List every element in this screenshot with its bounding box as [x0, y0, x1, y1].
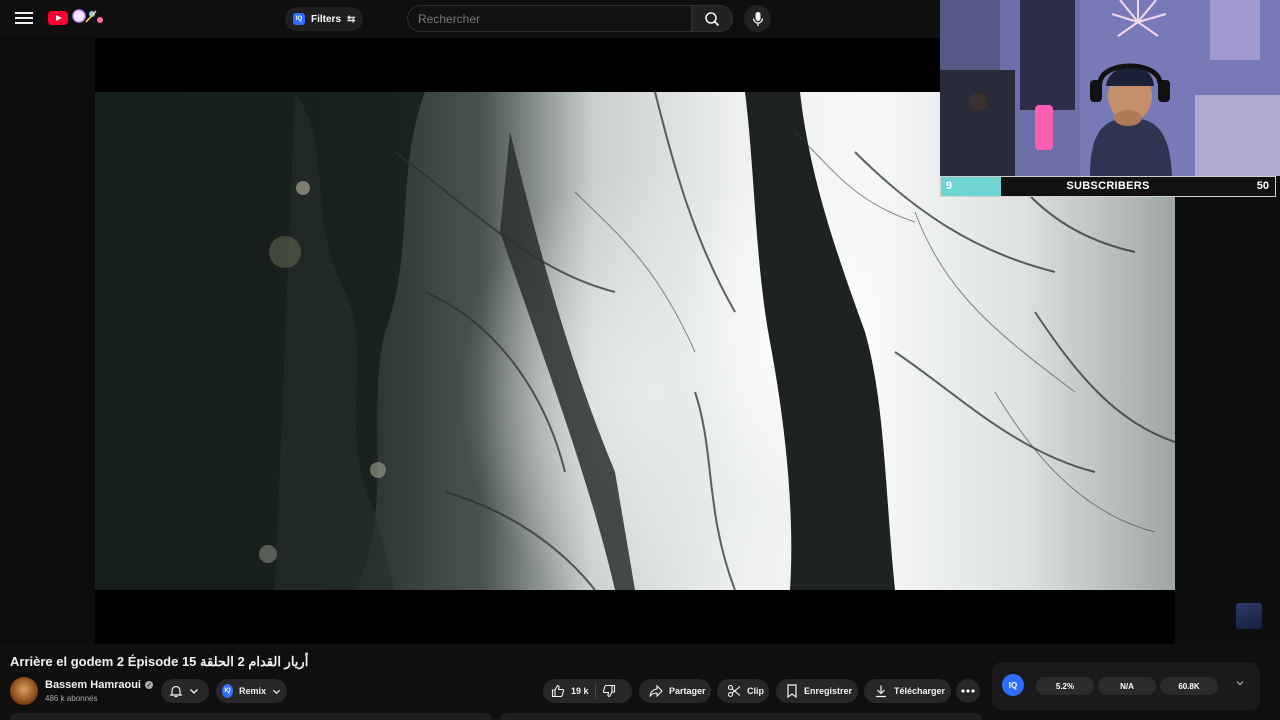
clip-label: Clip: [747, 686, 764, 696]
stat-value-2: N/A: [1098, 677, 1156, 695]
save-button[interactable]: Enregistrer: [776, 679, 858, 703]
description-box-edge: [10, 713, 492, 720]
like-divider: [594, 683, 596, 699]
subscriber-goal-label: SUBSCRIBERS: [1066, 180, 1150, 192]
avatar[interactable]: [10, 677, 38, 705]
channel-name-row[interactable]: Bassem Hamraoui ✓: [45, 679, 153, 691]
more-icon: [961, 689, 975, 693]
chevron-down-icon: [190, 689, 198, 694]
scissors-icon: [727, 684, 741, 698]
remix-iq-badge: IQ: [222, 684, 233, 698]
chevron-down-icon: [272, 689, 281, 694]
webcam-overlay: [940, 0, 1280, 176]
dislike-icon[interactable]: [602, 684, 616, 698]
bookmark-icon: [787, 684, 797, 698]
like-icon[interactable]: [551, 684, 565, 698]
stats-panel: IQ 5.2% N/A 60.8K: [992, 662, 1260, 710]
more-actions-button[interactable]: [956, 679, 980, 703]
chevron-down-icon[interactable]: [1235, 678, 1245, 688]
stat-value-3: 60.8K: [1160, 677, 1218, 695]
iq-badge: IQ: [293, 13, 305, 25]
clip-button[interactable]: Clip: [717, 679, 769, 703]
voice-search-button[interactable]: [744, 5, 771, 32]
search-icon: [705, 11, 720, 26]
bell-icon: [169, 685, 183, 698]
download-button[interactable]: Télécharger: [864, 679, 951, 703]
search-button[interactable]: [691, 5, 733, 32]
notification-bell-button[interactable]: [161, 679, 209, 703]
stat-value-1: 5.2%: [1036, 677, 1094, 695]
remix-label: Remix: [238, 686, 266, 696]
player-left-margin: [0, 38, 95, 644]
like-count[interactable]: 19 k: [571, 686, 589, 696]
share-icon: [649, 684, 663, 698]
download-label: Télécharger: [894, 686, 946, 696]
mic-icon: [752, 11, 763, 26]
subscriber-goal-bar: 9 SUBSCRIBERS 50: [940, 176, 1276, 197]
subscriber-goal-target: 50: [1256, 180, 1269, 192]
doodle-logo[interactable]: [70, 7, 106, 27]
search-input[interactable]: [407, 5, 691, 32]
video-title: Arrière el godem 2 Épisode 15 أريار القد…: [10, 654, 309, 669]
filters-label: Filters: [311, 13, 342, 25]
channel-name[interactable]: Bassem Hamraoui: [45, 679, 141, 691]
filters-button[interactable]: IQ Filters ⇆: [285, 7, 364, 31]
menu-icon[interactable]: [14, 9, 34, 29]
channel-watermark[interactable]: [1236, 603, 1262, 629]
share-button[interactable]: Partager: [639, 679, 711, 703]
like-dislike-group: 19 k: [543, 679, 632, 703]
save-label: Enregistrer: [804, 686, 853, 696]
download-icon: [876, 685, 886, 698]
share-label: Partager: [669, 686, 706, 696]
stats-iq-badge[interactable]: IQ: [1002, 674, 1024, 696]
remix-button[interactable]: IQ Remix: [216, 679, 287, 703]
webcam-scene: [940, 0, 1280, 176]
verified-icon: ✓: [145, 681, 153, 689]
filter-tune-icon: ⇆: [347, 13, 356, 25]
comments-box-edge: [500, 713, 982, 720]
subscriber-count: 486 k abonnés: [45, 694, 98, 703]
youtube-logo-icon[interactable]: [48, 11, 68, 25]
youtube-watch-page: IQ Filters ⇆ Rechercher 9 SUBSCRIBERS 50…: [0, 0, 1280, 720]
